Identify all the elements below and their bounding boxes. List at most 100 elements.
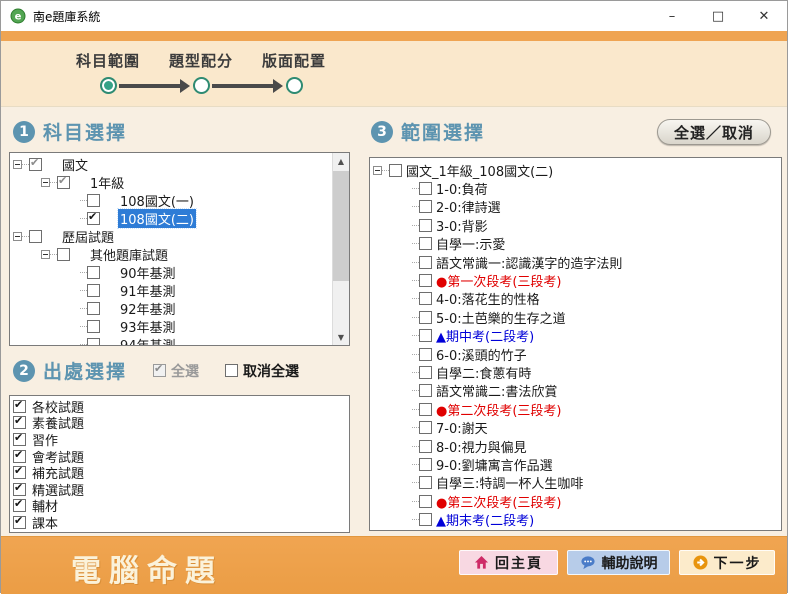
tree-item-label[interactable]: 1年級: [88, 173, 126, 192]
tree-item-label[interactable]: 1-0:負荷: [434, 179, 490, 198]
source-selection-header: 2 出處選擇 全選 取消全選: [13, 357, 299, 384]
checkbox[interactable]: [57, 176, 70, 189]
checkbox[interactable]: [87, 212, 100, 225]
tree-item-label[interactable]: 語文常識一:認識漢字的造字法則: [434, 253, 624, 272]
tree-item-label[interactable]: 自學三:特調一杯人生咖啡: [434, 473, 585, 492]
tree-item-label[interactable]: 9-0:劉墉寓言作品選: [434, 455, 555, 474]
tree-item-label[interactable]: 歷屆試題: [60, 227, 116, 246]
checkbox[interactable]: [419, 513, 432, 526]
checkbox[interactable]: [419, 182, 432, 195]
checkbox[interactable]: [13, 516, 26, 529]
checkbox[interactable]: [419, 366, 432, 379]
checkbox[interactable]: [29, 230, 42, 243]
tree-row: 其他題庫試題: [10, 245, 332, 263]
scroll-up-icon[interactable]: ▲: [333, 153, 349, 169]
tree-item-label[interactable]: 國文_1年級_108國文(二): [404, 161, 555, 180]
select-all-toggle-button[interactable]: 全選／取消: [657, 119, 771, 145]
tree-item-label[interactable]: ▲期末考(二段考): [434, 510, 536, 529]
checkbox[interactable]: [87, 266, 100, 279]
close-icon[interactable]: ✕: [741, 1, 787, 31]
expand-collapse-toggle[interactable]: [13, 232, 22, 241]
checkbox[interactable]: [13, 483, 26, 496]
checkbox[interactable]: [419, 348, 432, 361]
source-item-label[interactable]: 課本: [30, 513, 60, 532]
maximize-icon[interactable]: □: [695, 1, 741, 31]
tree-item-label[interactable]: ●第三次段考(三段考): [434, 492, 564, 511]
checkbox[interactable]: [419, 476, 432, 489]
home-button[interactable]: 回主頁: [459, 550, 558, 575]
checkbox[interactable]: [13, 499, 26, 512]
tree-item-label[interactable]: 91年基測: [118, 281, 178, 300]
tree-item-label[interactable]: 90年基測: [118, 263, 178, 282]
checkbox[interactable]: [419, 292, 432, 305]
checkbox[interactable]: [419, 274, 432, 287]
tree-item-label[interactable]: ●第二次段考(三段考): [434, 400, 564, 419]
step-circle-2: [193, 77, 210, 94]
checkbox[interactable]: [13, 400, 26, 413]
checkbox[interactable]: [419, 256, 432, 269]
checkbox[interactable]: [419, 329, 432, 342]
range-selection-header: 3 範圍選擇: [371, 118, 485, 145]
scrollbar-thumb[interactable]: [333, 171, 349, 281]
checkbox[interactable]: [419, 440, 432, 453]
checkbox[interactable]: [13, 466, 26, 479]
help-button[interactable]: 輔助說明: [567, 550, 670, 575]
tree-item-label[interactable]: ●第一次段考(三段考): [434, 271, 564, 290]
tree-item-label[interactable]: 自學一:示愛: [434, 234, 507, 253]
deselect-all-checkbox[interactable]: [225, 364, 238, 377]
checkbox[interactable]: [87, 194, 100, 207]
minimize-icon[interactable]: –: [649, 1, 695, 31]
checkbox[interactable]: [419, 495, 432, 508]
tree-item-label[interactable]: 自學二:食蔥有時: [434, 363, 533, 382]
checkbox[interactable]: [419, 421, 432, 434]
checkbox[interactable]: [419, 219, 432, 232]
checkbox[interactable]: [13, 450, 26, 463]
checkbox[interactable]: [87, 338, 100, 346]
subject-selection-title: 科目選擇: [43, 118, 127, 145]
tree-connector-icon: [412, 446, 419, 447]
checkbox[interactable]: [87, 284, 100, 297]
tree-indent: [10, 290, 69, 291]
expand-collapse-toggle[interactable]: [41, 250, 50, 259]
tree-item-label[interactable]: 語文常識二:書法欣賞: [434, 381, 559, 400]
tree-item-label[interactable]: 3-0:背影: [434, 216, 490, 235]
checkbox[interactable]: [419, 237, 432, 250]
vertical-scrollbar[interactable]: ▲ ▼: [332, 153, 349, 345]
select-all-checkbox[interactable]: [153, 364, 166, 377]
tree-item-label[interactable]: 5-0:土芭樂的生存之道: [434, 308, 568, 327]
tree-item-label[interactable]: 4-0:落花生的性格: [434, 289, 542, 308]
checkbox[interactable]: [87, 302, 100, 315]
checkbox[interactable]: [29, 158, 42, 171]
tree-item-label[interactable]: 其他題庫試題: [88, 245, 170, 264]
checkbox[interactable]: [419, 458, 432, 471]
tree-indent: [370, 519, 401, 520]
tree-item-label[interactable]: 國文: [60, 155, 90, 174]
expand-collapse-toggle[interactable]: [13, 160, 22, 169]
tree-item-label[interactable]: 108國文(一): [118, 191, 196, 210]
checkbox[interactable]: [57, 248, 70, 261]
checkbox[interactable]: [419, 384, 432, 397]
checkbox[interactable]: [419, 200, 432, 213]
checkbox[interactable]: [87, 320, 100, 333]
checkbox[interactable]: [419, 403, 432, 416]
checkbox[interactable]: [13, 416, 26, 429]
expand-collapse-toggle[interactable]: [373, 166, 382, 175]
tree-item-label[interactable]: 108國文(二): [118, 209, 196, 228]
next-step-button[interactable]: 下一步: [679, 550, 775, 575]
tree-indent: [10, 182, 41, 183]
tree-item-label[interactable]: 7-0:謝天: [434, 418, 490, 437]
tree-item-label[interactable]: 94年基測: [118, 335, 178, 346]
tree-connector-icon: [412, 335, 419, 336]
tree-item-label[interactable]: 93年基測: [118, 317, 178, 336]
tree-item-label[interactable]: 6-0:溪頭的竹子: [434, 345, 529, 364]
scroll-down-icon[interactable]: ▼: [333, 329, 349, 345]
checkbox[interactable]: [419, 311, 432, 324]
tree-item-label[interactable]: 92年基測: [118, 299, 178, 318]
tree-item-label[interactable]: 2-0:律詩選: [434, 197, 503, 216]
step-label-question-allocation: 題型配分: [163, 50, 239, 71]
checkbox[interactable]: [13, 433, 26, 446]
checkbox[interactable]: [389, 164, 402, 177]
tree-item-label[interactable]: ▲期中考(二段考): [434, 326, 536, 345]
expand-collapse-toggle[interactable]: [41, 178, 50, 187]
tree-item-label[interactable]: 8-0:視力與偏見: [434, 437, 529, 456]
